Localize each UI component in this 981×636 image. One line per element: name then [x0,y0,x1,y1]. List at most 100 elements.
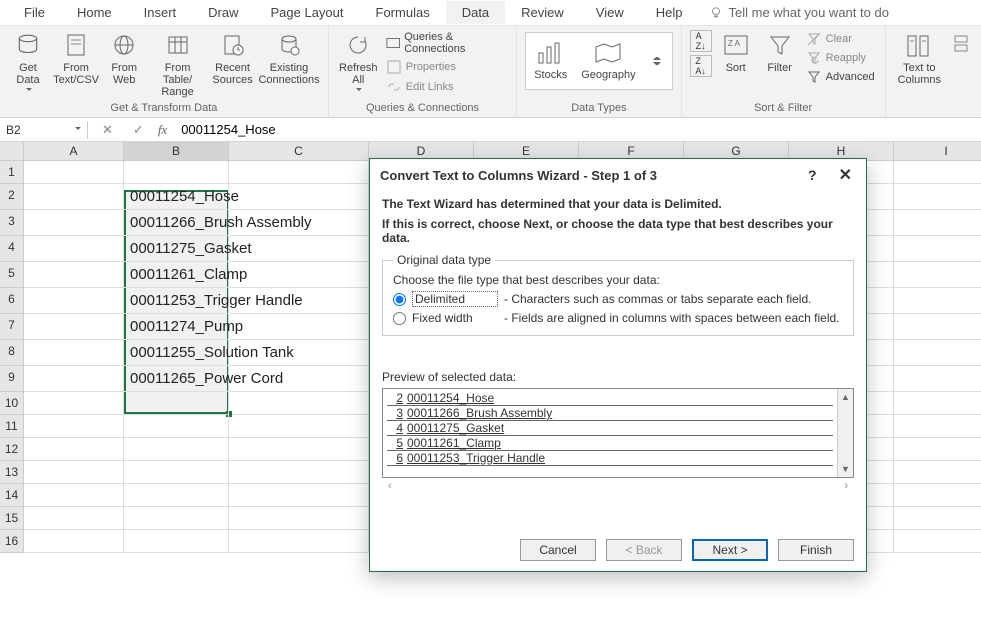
stocks-type[interactable]: Stocks [534,41,567,81]
reapply-button[interactable]: Reapply [804,49,868,67]
queries-connections-button[interactable]: Queries & Connections [384,30,508,56]
cell[interactable] [124,507,229,530]
tab-home[interactable]: Home [61,1,128,24]
cell[interactable] [24,236,124,262]
cell[interactable] [229,262,369,288]
gallery-dropdown[interactable] [650,54,664,68]
tab-page-layout[interactable]: Page Layout [255,1,360,24]
cell[interactable] [124,415,229,438]
cell[interactable]: 00011265_Power Cord [124,366,229,392]
properties-button[interactable]: Properties [384,58,458,76]
col-header-A[interactable]: A [24,142,124,161]
cell[interactable] [124,161,229,184]
row-header-12[interactable]: 12 [0,438,24,461]
row-header-10[interactable]: 10 [0,392,24,415]
tab-view[interactable]: View [580,1,640,24]
row-header-6[interactable]: 6 [0,288,24,314]
cell[interactable] [894,314,981,340]
scroll-left-icon[interactable]: ‹ [388,480,392,492]
col-header-B[interactable]: B [124,142,229,161]
scroll-down-icon[interactable]: ▼ [838,461,853,477]
recent-sources-button[interactable]: RecentSources [211,30,254,88]
cell[interactable] [124,530,229,553]
row-header-4[interactable]: 4 [0,236,24,262]
cell[interactable] [24,392,124,415]
cell[interactable] [229,314,369,340]
cancel-button[interactable]: Cancel [520,539,596,561]
cell[interactable] [24,314,124,340]
col-header-I[interactable]: I [894,142,981,161]
refresh-all-button[interactable]: RefreshAll [337,30,380,96]
row-header-13[interactable]: 13 [0,461,24,484]
cell[interactable] [24,161,124,184]
cell[interactable] [894,288,981,314]
more-data-tools[interactable] [949,30,973,62]
get-data-button[interactable]: GetData [8,30,48,96]
row-header-14[interactable]: 14 [0,484,24,507]
cell[interactable] [894,340,981,366]
sort-asc-button[interactable]: AZ↓ [690,30,712,52]
cell[interactable] [24,461,124,484]
fixed-width-radio[interactable] [393,312,406,325]
row-header-1[interactable]: 1 [0,161,24,184]
cell[interactable] [24,340,124,366]
text-to-columns-button[interactable]: Text toColumns [894,30,945,88]
cell[interactable] [24,484,124,507]
geography-type[interactable]: Geography [581,41,635,81]
cell[interactable] [24,288,124,314]
cell[interactable]: 00011275_Gasket [124,236,229,262]
row-header-16[interactable]: 16 [0,530,24,553]
row-header-15[interactable]: 15 [0,507,24,530]
cell[interactable] [894,184,981,210]
cell[interactable] [24,415,124,438]
cell[interactable] [894,415,981,438]
cell[interactable] [229,461,369,484]
row-header-7[interactable]: 7 [0,314,24,340]
cell[interactable] [894,161,981,184]
cell[interactable] [124,484,229,507]
cell[interactable] [894,366,981,392]
tab-review[interactable]: Review [505,1,580,24]
data-types-gallery[interactable]: Stocks Geography [525,32,672,90]
tab-file[interactable]: File [8,1,61,24]
formula-input[interactable] [175,120,675,139]
cell[interactable] [229,530,369,553]
from-textcsv-button[interactable]: FromText/CSV [52,30,100,88]
scroll-up-icon[interactable]: ▲ [838,389,853,405]
preview-hscroll[interactable]: ‹ › [382,478,854,494]
confirm-edit-icon[interactable]: ✓ [127,120,150,140]
cell[interactable]: 00011261_Clamp [124,262,229,288]
cell[interactable] [894,507,981,530]
from-web-button[interactable]: FromWeb [104,30,144,88]
filter-button[interactable]: Filter [760,30,800,76]
cancel-edit-icon[interactable]: ✕ [96,120,119,140]
cell[interactable]: 00011255_Solution Tank [124,340,229,366]
existing-connections-button[interactable]: ExistingConnections [258,30,320,88]
row-header-2[interactable]: 2 [0,184,24,210]
cell[interactable] [124,461,229,484]
cell[interactable] [894,210,981,236]
tab-insert[interactable]: Insert [128,1,193,24]
cell[interactable] [894,530,981,553]
help-icon[interactable]: ? [808,167,817,183]
fx-icon[interactable]: fx [158,122,167,138]
tab-data[interactable]: Data [446,1,505,24]
close-icon[interactable]: ✕ [835,165,856,185]
tab-draw[interactable]: Draw [192,1,254,24]
finish-button[interactable]: Finish [778,539,854,561]
cell[interactable] [229,392,369,415]
row-header-8[interactable]: 8 [0,340,24,366]
cell[interactable]: 00011266_Brush Assembly [124,210,229,236]
sort-desc-button[interactable]: ZA↓ [690,55,712,77]
cell[interactable] [894,392,981,415]
next-button[interactable]: Next > [692,539,768,561]
sort-button[interactable]: Z A Sort [716,30,756,76]
delimited-radio[interactable] [393,293,406,306]
row-header-9[interactable]: 9 [0,366,24,392]
name-box[interactable]: B2 [0,121,88,139]
cell[interactable] [124,392,229,415]
cell[interactable]: 00011274_Pump [124,314,229,340]
cell[interactable] [229,507,369,530]
cell[interactable] [229,415,369,438]
preview-vscroll[interactable]: ▲ ▼ [837,389,853,477]
